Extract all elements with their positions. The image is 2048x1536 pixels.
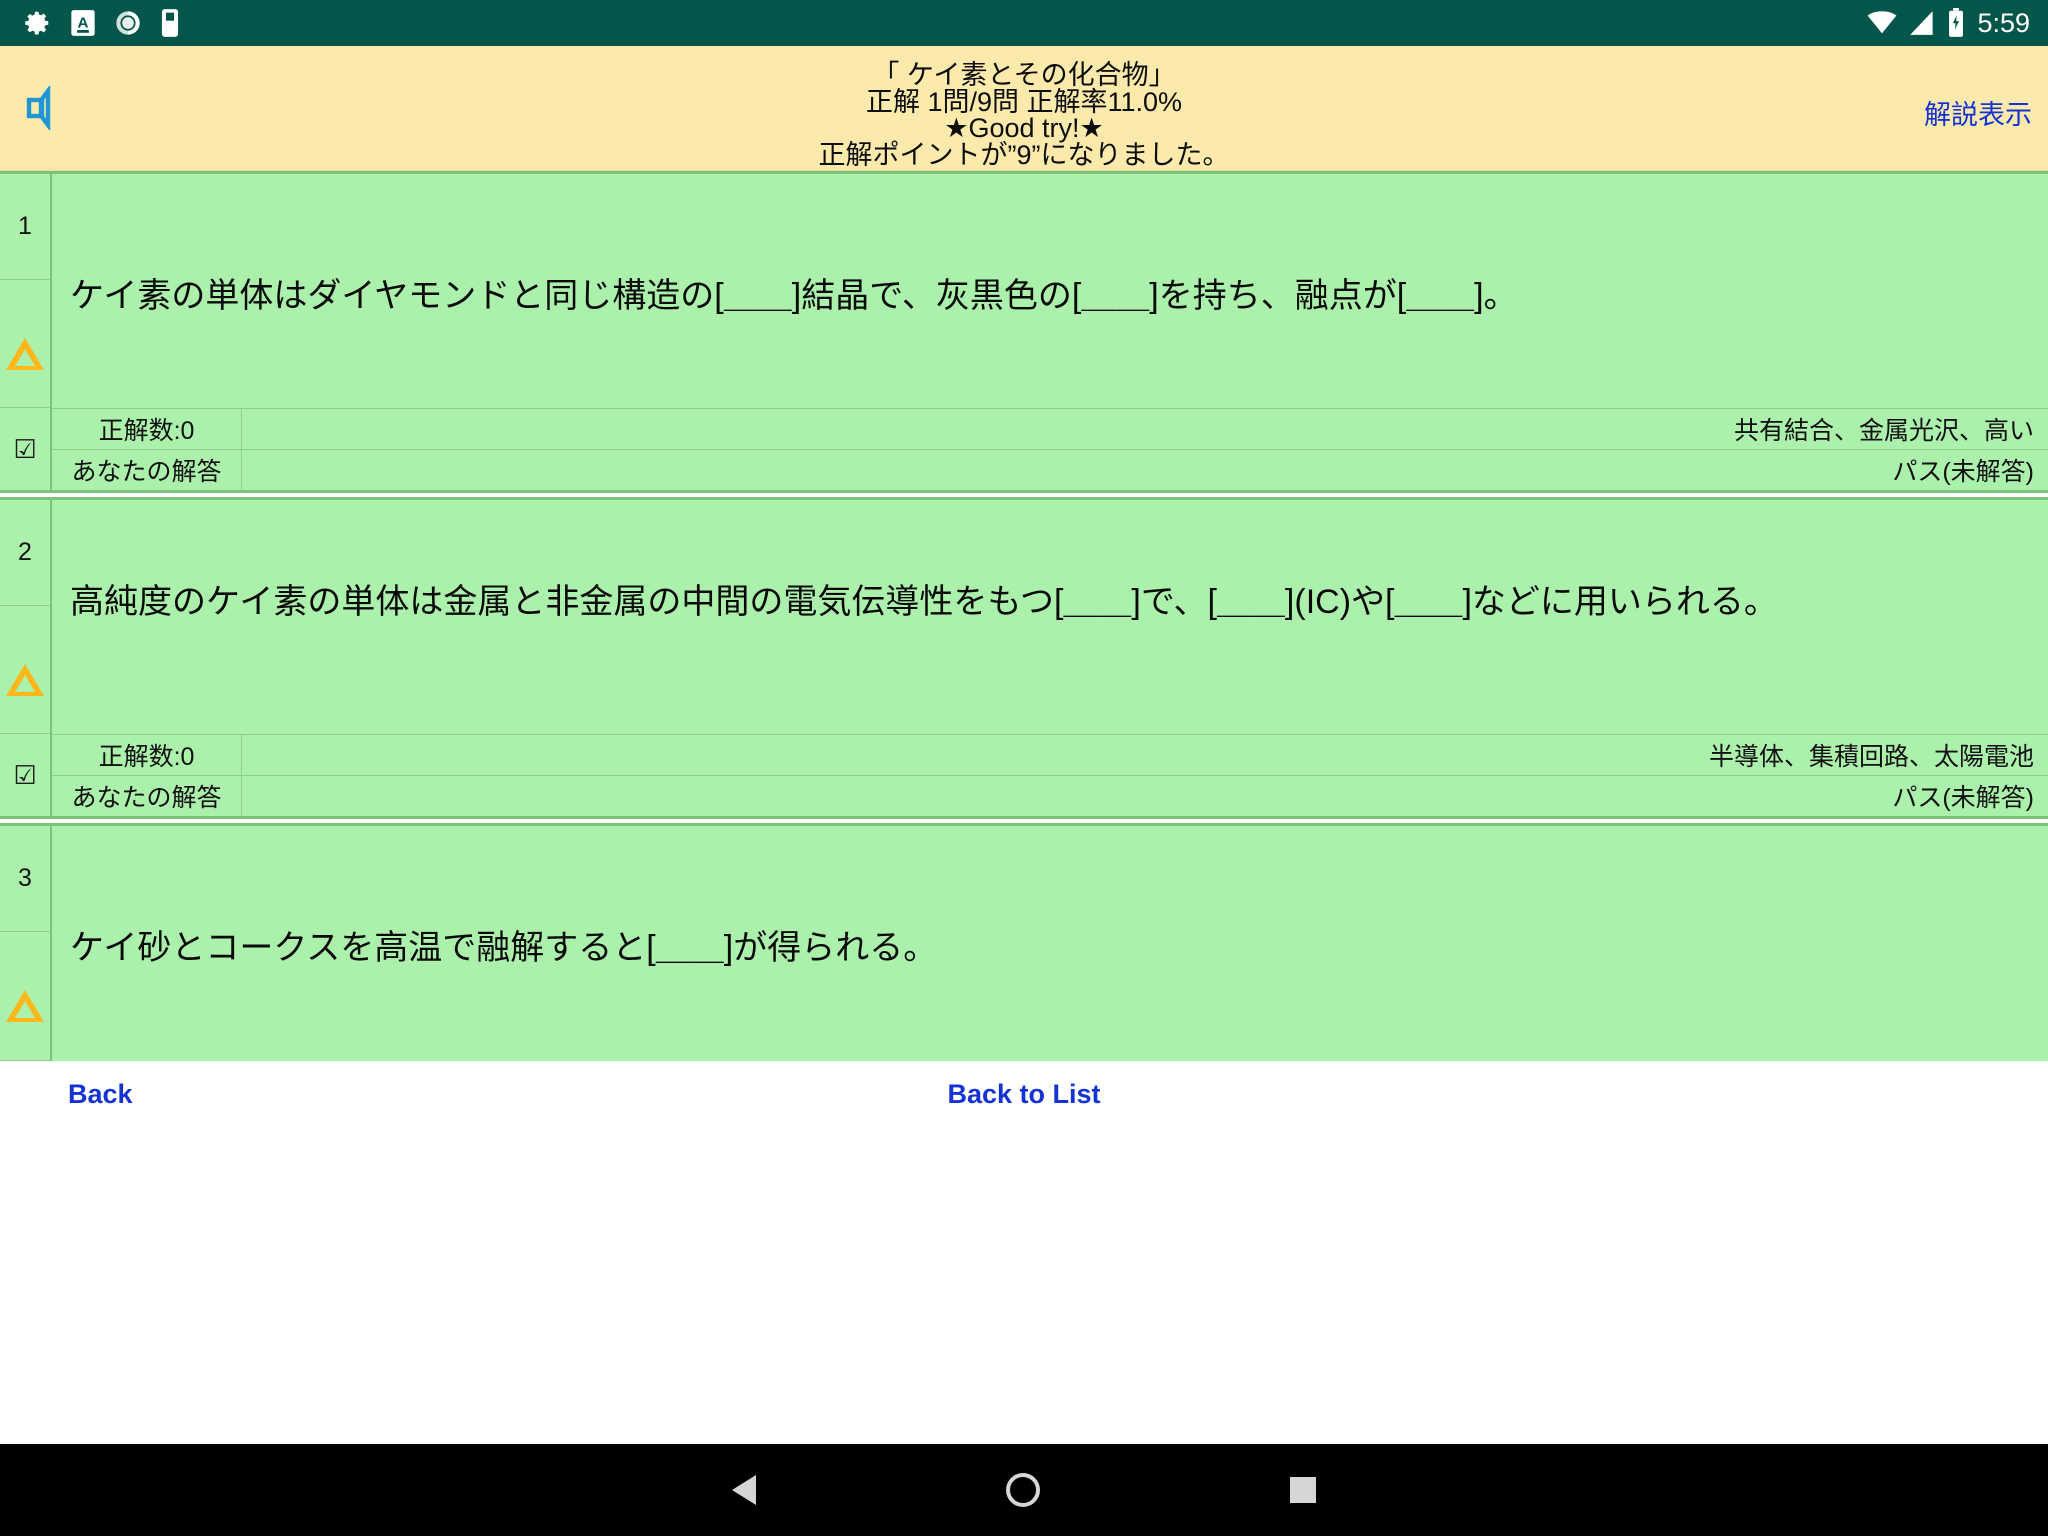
point-line: 正解ポイントが”9”になりました。 (818, 139, 1230, 170)
back-to-list-button[interactable]: Back to List (947, 1079, 1100, 1110)
card-body: ケイ素の単体はダイヤモンドと同じ構造の[＿＿]結晶で、灰黒色の[＿＿]を持ち、融… (52, 174, 2048, 490)
question-card[interactable]: 2 ☑ 高純度のケイ素の単体は金属と非金属の中間の電気伝導性をもつ[＿＿]で、[… (0, 497, 2048, 819)
score-line: 正解 1問/9問 正解率11.0% (865, 86, 1183, 117)
question-text: 高純度のケイ素の単体は金属と非金属の中間の電気伝導性をもつ[＿＿]で、[＿＿](… (70, 583, 1778, 621)
your-answer-label: あなたの解答 (52, 776, 242, 816)
correct-answer-row: 正解数:0 共有結合、金属光沢、高い (52, 408, 2048, 449)
gear-icon (22, 8, 52, 38)
card-left-gutter: 3 (0, 826, 52, 1061)
nav-recents-square-icon[interactable] (1290, 1477, 1316, 1503)
correct-count-label: 正解数:0 (52, 409, 242, 449)
nav-home-circle-icon[interactable] (1006, 1473, 1040, 1507)
footer-navigation: Back Back to List (0, 1065, 2048, 1123)
spinner-icon (114, 9, 142, 37)
triangle-warning-icon (0, 932, 50, 1061)
page-title: 「 ケイ素とその化合物」 (872, 60, 1176, 90)
question-card[interactable]: 3 ケイ砂とコークスを高温で融解すると[＿＿]が得られる。 (0, 823, 2048, 1061)
your-answer-label: あなたの解答 (52, 450, 242, 490)
question-text: ケイ素の単体はダイヤモンドと同じ構造の[＿＿]結晶で、灰黒色の[＿＿]を持ち、融… (70, 277, 1518, 315)
a-badge-icon: A (70, 9, 96, 37)
encourage-line: ★Good try!★ (944, 113, 1104, 143)
your-answer-row: あなたの解答 パス(未解答) (52, 775, 2048, 816)
checkbox-checked-icon[interactable]: ☑ (0, 734, 50, 816)
your-answer-row: あなたの解答 パス(未解答) (52, 449, 2048, 490)
android-navigation-bar (0, 1444, 2048, 1536)
status-bar-left-icons: A (22, 8, 180, 38)
sim-card-icon (160, 8, 180, 38)
question-card[interactable]: 1 ☑ ケイ素の単体はダイヤモンドと同じ構造の[＿＿]結晶で、灰黒色の[＿＿]を… (0, 171, 2048, 493)
status-bar: A 5:59 (0, 0, 2048, 46)
card-body: ケイ砂とコークスを高温で融解すると[＿＿]が得られる。 (52, 826, 2048, 1061)
question-list: 1 ☑ ケイ素の単体はダイヤモンドと同じ構造の[＿＿]結晶で、灰黒色の[＿＿]を… (0, 171, 2048, 1061)
correct-answer-row: 正解数:0 半導体、集積回路、太陽電池 (52, 734, 2048, 775)
your-answer-value: パス(未解答) (1892, 458, 2034, 486)
triangle-warning-icon (0, 280, 50, 408)
question-number: 1 (0, 174, 50, 280)
device-screen: A 5:59 「 ケイ素とその化合物」 正解 1問/9問 正解率11.0% ★G… (0, 0, 2048, 1536)
header-title-block: 「 ケイ素とその化合物」 正解 1問/9問 正解率11.0% ★Good try… (0, 52, 2048, 168)
correct-count-label: 正解数:0 (52, 735, 242, 775)
quiz-result-header: 「 ケイ素とその化合物」 正解 1問/9問 正解率11.0% ★Good try… (0, 46, 2048, 171)
correct-answer-value: 共有結合、金属光沢、高い (1733, 417, 2034, 445)
status-bar-clock: 5:59 (1977, 7, 2030, 38)
answer-rows: 正解数:0 共有結合、金属光沢、高い あなたの解答 パス(未解答) (52, 408, 2048, 490)
signal-icon (1909, 10, 1935, 36)
question-text: ケイ砂とコークスを高温で融解すると[＿＿]が得られる。 (70, 929, 938, 967)
answer-rows: 正解数:0 半導体、集積回路、太陽電池 あなたの解答 パス(未解答) (52, 734, 2048, 816)
wifi-icon (1867, 10, 1897, 36)
correct-answer-value: 半導体、集積回路、太陽電池 (1708, 743, 2034, 771)
show-explanation-link[interactable]: 解説表示 (1924, 93, 2032, 132)
card-body: 高純度のケイ素の単体は金属と非金属の中間の電気伝導性をもつ[＿＿]で、[＿＿](… (52, 500, 2048, 816)
card-left-gutter: 2 ☑ (0, 500, 52, 816)
app-content-area: 「 ケイ素とその化合物」 正解 1問/9問 正解率11.0% ★Good try… (0, 46, 2048, 1444)
nav-back-triangle-icon[interactable] (732, 1475, 756, 1505)
battery-icon (1947, 8, 1965, 38)
speaker-mute-icon[interactable] (22, 84, 70, 135)
status-bar-right-icons: 5:59 (1867, 8, 2030, 39)
triangle-warning-icon (0, 606, 50, 734)
checkbox-checked-icon[interactable]: ☑ (0, 408, 50, 490)
card-left-gutter: 1 ☑ (0, 174, 52, 490)
question-number: 2 (0, 500, 50, 606)
svg-text:A: A (78, 15, 89, 32)
question-number: 3 (0, 826, 50, 932)
back-button[interactable]: Back (68, 1079, 133, 1110)
your-answer-value: パス(未解答) (1892, 784, 2034, 812)
